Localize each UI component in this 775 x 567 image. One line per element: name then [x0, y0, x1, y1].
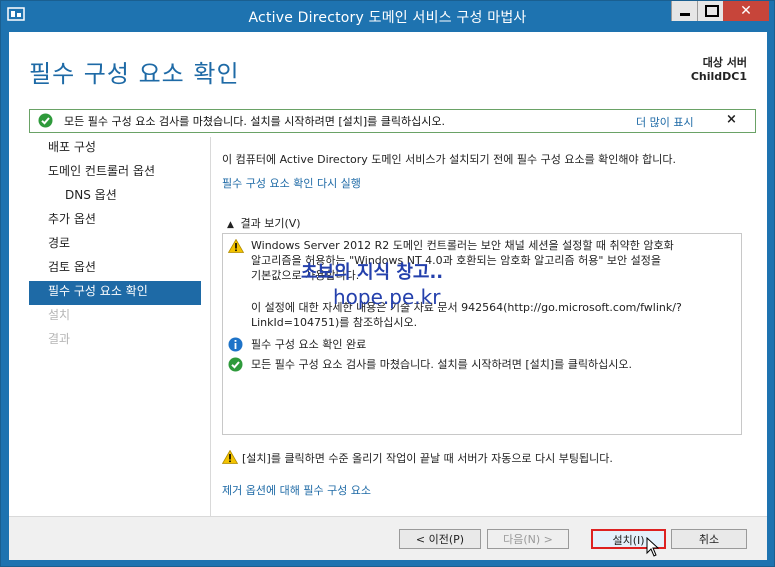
- view-results-toggle[interactable]: ▲ 결과 보기(V): [227, 215, 301, 231]
- page-title: 필수 구성 요소 확인: [29, 60, 240, 88]
- dismiss-notification-icon[interactable]: ×: [726, 112, 737, 127]
- nav-item-deployment-config[interactable]: 배포 구성: [29, 137, 201, 161]
- next-button: 다음(N) >: [487, 529, 569, 549]
- rerun-prerequisites-link[interactable]: 필수 구성 요소 확인 다시 실행: [222, 175, 361, 191]
- nav-item-additional-options[interactable]: 추가 옵션: [29, 209, 201, 233]
- nav-item-dc-options[interactable]: 도메인 컨트롤러 옵션: [29, 161, 201, 185]
- chevron-up-icon: ▲: [227, 220, 234, 230]
- intro-text: 이 컴퓨터에 Active Directory 도메인 서비스가 설치되기 전에…: [222, 153, 677, 166]
- reboot-warning-text: [설치]를 클릭하면 수준 올리기 작업이 끝날 때 서버가 자동으로 다시 부…: [242, 452, 613, 465]
- view-results-label: 결과 보기(V): [240, 217, 301, 230]
- warning-text-line-1: Windows Server 2012 R2 도메인 컨트롤러는 보안 채널 세…: [251, 239, 674, 252]
- wizard-window: Active Directory 도메인 서비스 구성 마법사 ✕ 필수 구성 …: [0, 0, 775, 567]
- wizard-nav: 배포 구성 도메인 컨트롤러 옵션 DNS 옵션 추가 옵션 경로 검토 옵션 …: [29, 137, 201, 353]
- nav-item-prerequisites-check[interactable]: 필수 구성 요소 확인: [29, 281, 201, 305]
- notification-bar: 모든 필수 구성 요소 검사를 마쳤습니다. 설치를 시작하려면 [설치]를 클…: [29, 109, 756, 133]
- notification-message: 모든 필수 구성 요소 검사를 마쳤습니다. 설치를 시작하려면 [설치]를 클…: [64, 115, 446, 128]
- nav-divider: [210, 137, 211, 517]
- maximize-button[interactable]: [697, 1, 724, 21]
- nav-item-dns-options[interactable]: DNS 옵션: [29, 185, 201, 209]
- target-server-name: ChildDC1: [690, 70, 747, 83]
- cancel-button[interactable]: 취소: [671, 529, 747, 549]
- removal-prerequisites-link[interactable]: 제거 옵션에 대해 필수 구성 요소: [222, 482, 371, 498]
- minimize-button[interactable]: [671, 1, 698, 21]
- nav-item-paths[interactable]: 경로: [29, 233, 201, 257]
- title-bar[interactable]: Active Directory 도메인 서비스 구성 마법사 ✕: [1, 1, 774, 32]
- watermark-url: hope.pe.kr: [333, 285, 441, 309]
- nav-item-review-options[interactable]: 검토 옵션: [29, 257, 201, 281]
- success-check-icon: [38, 113, 53, 128]
- previous-button[interactable]: < 이전(P): [399, 529, 481, 549]
- close-window-button[interactable]: ✕: [723, 1, 769, 21]
- target-server-label: 대상 서버: [702, 56, 747, 69]
- watermark-text: 초보의 지식 창고..: [301, 262, 444, 283]
- warning-icon: [222, 450, 238, 464]
- warning-icon: [228, 239, 244, 253]
- window-title: Active Directory 도메인 서비스 구성 마법사: [248, 10, 527, 26]
- wizard-header: 필수 구성 요소 확인 대상 서버 ChildDC1: [9, 32, 767, 104]
- success-check-icon: [228, 357, 243, 372]
- mouse-cursor-icon: [646, 537, 660, 557]
- show-more-link[interactable]: 더 많이 표시: [636, 114, 694, 130]
- warning-text-line-5: LinkId=104751)를 참조하십시오.: [251, 316, 418, 329]
- warning-text-line-4: 이 설정에 대한 자세한 내용은 기술 자료 문서 942564(http://…: [251, 301, 682, 314]
- success-text: 모든 필수 구성 요소 검사를 마쳤습니다. 설치를 시작하려면 [설치]를 클…: [251, 358, 633, 371]
- info-icon: [228, 337, 243, 352]
- info-text: 필수 구성 요소 확인 완료: [251, 338, 367, 351]
- nav-item-results: 결과: [48, 332, 71, 346]
- results-panel[interactable]: Windows Server 2012 R2 도메인 컨트롤러는 보안 채널 세…: [222, 233, 742, 435]
- nav-item-installation: 설치: [48, 308, 71, 322]
